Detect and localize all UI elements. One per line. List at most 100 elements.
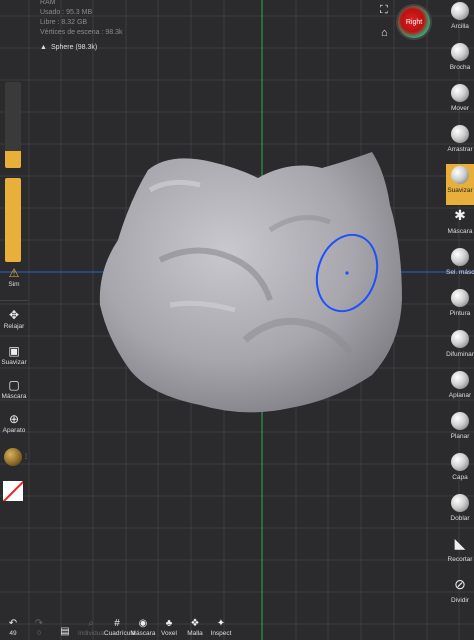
bottom-button-grid[interactable]: # Cuadrícula bbox=[104, 618, 136, 638]
scene-object-label: Sphere (98.3k) bbox=[50, 44, 98, 51]
left-button-máscara[interactable]: ▢ Máscara bbox=[0, 378, 28, 400]
clay-brush-icon bbox=[451, 2, 469, 20]
tool-mask-brush[interactable]: ✱ Máscara bbox=[446, 205, 474, 246]
memory-stats: RAM Usado : 95.3 MB Libre : 8.32 GB Vért… bbox=[40, 0, 123, 38]
tool-label: Doblar bbox=[450, 515, 470, 522]
tool-label: Difuminar bbox=[446, 351, 474, 358]
brush-icon bbox=[451, 43, 469, 61]
bottom-button-label: Voxel bbox=[161, 630, 177, 637]
tool-label: Planar bbox=[450, 433, 470, 440]
bottom-button-label: Individual bbox=[78, 630, 106, 637]
viewport[interactable] bbox=[0, 0, 474, 640]
planar-brush-icon bbox=[451, 412, 469, 430]
gizmo-icon: ⊕ bbox=[8, 412, 20, 426]
intensity-slider-fill bbox=[5, 178, 21, 262]
tool-trim[interactable]: ◣ Recortar bbox=[446, 533, 474, 574]
brush-center-dot bbox=[345, 271, 349, 275]
tool-fold-brush[interactable]: Doblar bbox=[446, 492, 474, 533]
bottom-button-label: 0 bbox=[37, 630, 41, 637]
undo-icon: ↶ bbox=[8, 618, 18, 629]
left-button-label: Aparato bbox=[2, 427, 26, 434]
fullscreen-icon[interactable]: ⛶ bbox=[380, 4, 388, 17]
redo-icon: ↷ bbox=[34, 618, 44, 629]
smudge-brush-icon bbox=[451, 330, 469, 348]
tool-label: Máscara bbox=[447, 228, 473, 235]
left-button-label: Relajar bbox=[3, 323, 25, 330]
symmetry-button[interactable]: ⚠ Sim bbox=[0, 266, 28, 288]
files-icon: ▤ bbox=[60, 626, 70, 637]
left-panel: ⚠ Sim ✥ Relajar ▣ Suavizar ▢ Máscara ⊕ Aparato … bbox=[0, 0, 29, 640]
tool-move-brush[interactable]: Mover bbox=[446, 82, 474, 123]
tool-smudge-brush[interactable]: Difuminar bbox=[446, 328, 474, 369]
bottom-button-label: Máscara bbox=[130, 630, 156, 637]
split-icon: ⊘ bbox=[454, 576, 466, 592]
bottom-button-redo[interactable]: ↷ 0 bbox=[26, 618, 52, 638]
trim-icon: ◣ bbox=[454, 535, 466, 551]
eye-mask-icon: ◉ bbox=[138, 618, 148, 629]
tool-smooth-brush[interactable]: Suavizar bbox=[446, 164, 474, 205]
bottom-button-search[interactable]: ⌕ Individual bbox=[78, 618, 106, 638]
ram-used: Usado : 95.3 MB bbox=[40, 9, 93, 16]
paint-brush-icon bbox=[451, 289, 469, 307]
tool-clay-brush[interactable]: Arcilla bbox=[446, 0, 474, 41]
bottom-button-label: Cuadrícula bbox=[104, 630, 136, 637]
voxel-icon: ♣ bbox=[165, 618, 173, 629]
tool-flatten-brush[interactable]: Aplanar bbox=[446, 369, 474, 410]
symmetry-label: Sim bbox=[8, 281, 20, 288]
drag-brush-icon bbox=[451, 125, 469, 143]
view-cube-label: Right bbox=[405, 18, 423, 26]
material-more-dots[interactable]: ⋮ bbox=[23, 453, 29, 460]
smooth-brush-icon bbox=[451, 166, 469, 184]
ram-label: RAM bbox=[40, 0, 56, 6]
tool-drag-brush[interactable]: Arrastrar bbox=[446, 123, 474, 164]
tool-brush[interactable]: Brocha bbox=[446, 41, 474, 82]
bottom-button-files[interactable]: ▤ bbox=[52, 626, 78, 638]
home-icon[interactable]: ⌂ bbox=[381, 27, 388, 39]
ram-free: Libre : 8.32 GB bbox=[40, 19, 88, 26]
tool-label: Mover bbox=[450, 105, 470, 112]
tool-label: Aplanar bbox=[448, 392, 472, 399]
grid-icon: # bbox=[114, 618, 120, 629]
mask-box-icon: ▢ bbox=[8, 378, 20, 392]
move-arrows-icon: ✥ bbox=[8, 308, 20, 322]
tool-split[interactable]: ⊘ Dividir bbox=[446, 574, 474, 615]
color-swatch[interactable] bbox=[3, 481, 23, 501]
bottom-button-undo[interactable]: ↶ 49 bbox=[0, 618, 26, 638]
tool-select-mask[interactable]: Sel. máscara bbox=[446, 246, 474, 287]
inspect-icon: ✦ bbox=[216, 618, 226, 629]
view-cube[interactable]: Right bbox=[398, 6, 430, 38]
material-ball[interactable] bbox=[4, 448, 22, 466]
tool-label: Capa bbox=[452, 474, 468, 481]
bottom-button-label: Malla bbox=[187, 630, 203, 637]
bottom-button-inspect[interactable]: ✦ Inspect bbox=[208, 618, 234, 638]
radius-slider[interactable] bbox=[5, 82, 21, 168]
tool-paint-brush[interactable]: Pintura bbox=[446, 287, 474, 328]
flatten-brush-icon bbox=[451, 371, 469, 389]
fold-brush-icon bbox=[451, 494, 469, 512]
bottom-toolbar: ↶ 49 ↷ 0 ▤ ⌕ Individual # Cuadrícula ◉ Máscara ♣ Vox… bbox=[0, 610, 474, 640]
left-button-suavizar[interactable]: ▣ Suavizar bbox=[0, 344, 28, 366]
sculpt-mesh[interactable] bbox=[99, 152, 403, 413]
bottom-button-label: 49 bbox=[9, 630, 17, 637]
scene-object-item[interactable]: ▲ Sphere (98.3k) bbox=[40, 44, 97, 51]
right-toolbar: Arcilla Brocha Mover Arrastrar Suavizar ✱ Másc… bbox=[446, 0, 474, 640]
tool-label: Brocha bbox=[449, 64, 471, 71]
tool-label: Suavizar bbox=[447, 187, 473, 194]
left-button-aparato[interactable]: ⊕ Aparato bbox=[0, 412, 28, 434]
tool-layer-brush[interactable]: Capa bbox=[446, 451, 474, 492]
move-brush-icon bbox=[451, 84, 469, 102]
tool-label: Arcilla bbox=[451, 23, 469, 30]
left-button-relajar[interactable]: ✥ Relajar bbox=[0, 308, 28, 330]
bottom-button-mesh[interactable]: ❖ Malla bbox=[182, 618, 208, 638]
tool-label: Sel. máscara bbox=[446, 269, 474, 276]
mask-brush-icon: ✱ bbox=[454, 207, 466, 223]
tool-label: Arrastrar bbox=[447, 146, 473, 153]
scene-vertices: Vértices de escena : 98.3k bbox=[40, 29, 123, 36]
bottom-button-eye-mask[interactable]: ◉ Máscara bbox=[130, 618, 156, 638]
select-mask-icon bbox=[451, 248, 469, 266]
tool-label: Pintura bbox=[449, 310, 471, 317]
bottom-button-voxel[interactable]: ♣ Voxel bbox=[156, 618, 182, 638]
tool-planar-brush[interactable]: Planar bbox=[446, 410, 474, 451]
intensity-slider[interactable] bbox=[5, 178, 21, 262]
smooth-box-icon: ▣ bbox=[8, 344, 20, 358]
